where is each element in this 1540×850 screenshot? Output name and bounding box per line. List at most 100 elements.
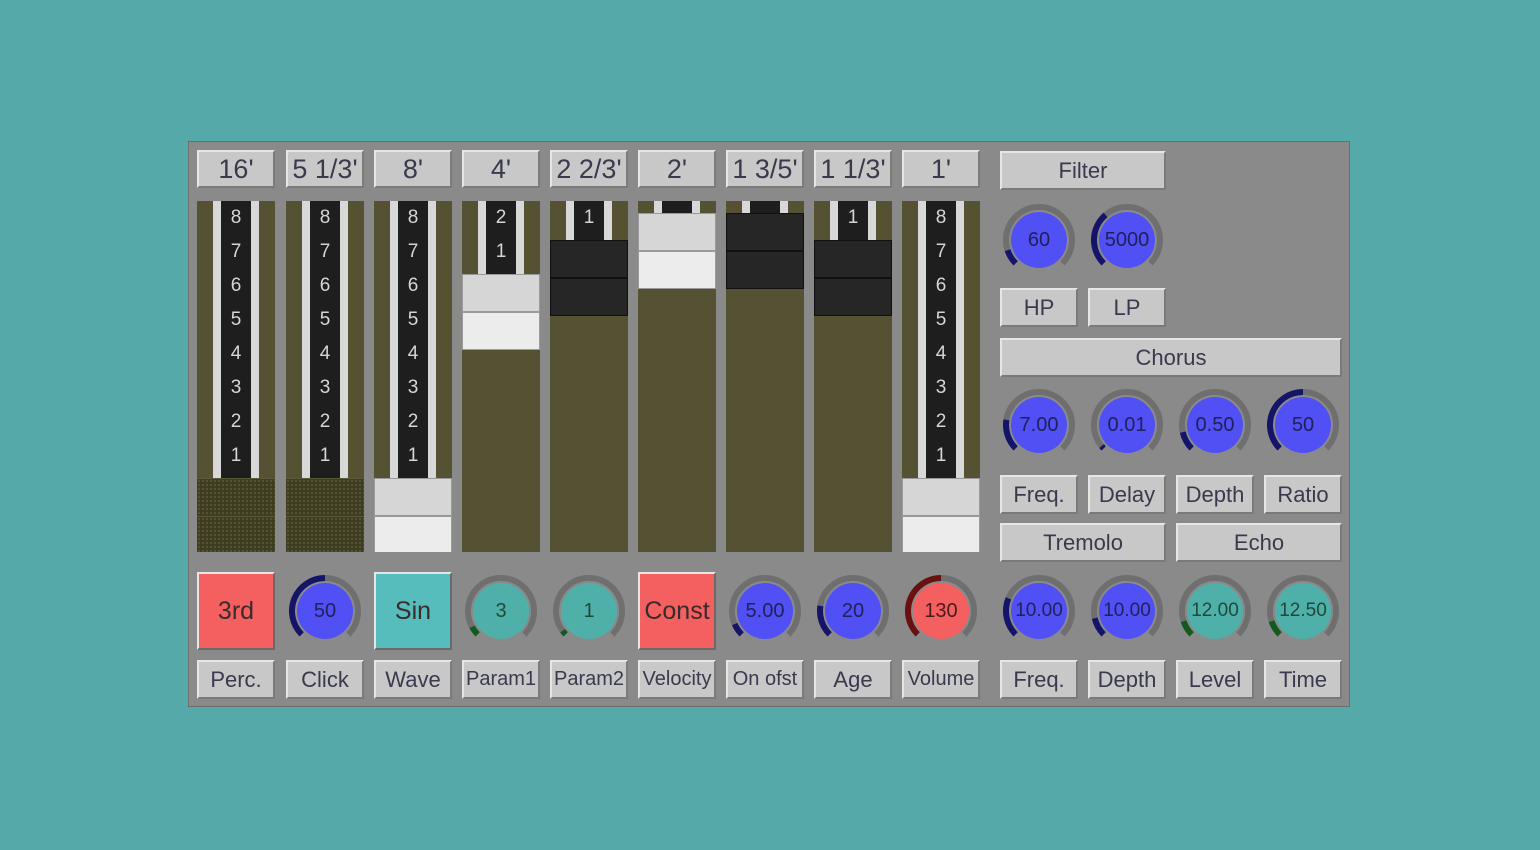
drawbar-handle[interactable] — [374, 516, 452, 552]
param1-label: Param1 — [462, 660, 540, 699]
wave-label: Wave — [374, 660, 452, 699]
knob-value: 3 — [495, 599, 507, 622]
drawbar-tick-label: 1 — [495, 241, 507, 262]
drawbar-tick-label: 5 — [407, 309, 419, 330]
drawbar-handle[interactable] — [197, 516, 275, 552]
drawbar-tick-label: 6 — [935, 275, 947, 296]
chorus-ratio-knob[interactable]: 50 — [1265, 387, 1341, 463]
drawbar-tick-label: 2 — [230, 411, 242, 432]
drawbar-tick-label: 3 — [230, 377, 242, 398]
drawbar-tick-label: 5 — [230, 309, 242, 330]
drawbar-tick-label: 1 — [847, 207, 859, 228]
perc-button[interactable]: 3rd — [197, 572, 275, 650]
drawbar-handle[interactable] — [726, 213, 804, 251]
drawbar-5-1-3[interactable]: 8 7 6 5 4 3 2 1 — [286, 201, 364, 552]
echo-time-knob[interactable]: 12.50 — [1265, 573, 1341, 649]
drawbar-1-1-3[interactable]: 1 — [814, 201, 892, 552]
drawbar-handle[interactable] — [902, 478, 980, 516]
drawbar-1-3-5[interactable] — [726, 201, 804, 552]
drawbar-scale: 1 — [830, 201, 876, 240]
drawbar-handle[interactable] — [286, 478, 364, 516]
drawbar-handle[interactable] — [638, 251, 716, 289]
knob-value: 50 — [1291, 413, 1315, 436]
drawbar-tick-label: 5 — [319, 309, 331, 330]
drawbar-handle[interactable] — [814, 278, 892, 316]
click-knob[interactable]: 50 — [287, 573, 363, 649]
drawbar-tick-label: 7 — [407, 241, 419, 262]
drawbar-header-1-3-5: 1 3/5' — [726, 150, 804, 188]
drawbar-handle[interactable] — [374, 478, 452, 516]
drawbar-16[interactable]: 8 7 6 5 4 3 2 1 — [197, 201, 275, 552]
volume-label: Volume — [902, 660, 980, 699]
drawbar-header-2-2-3: 2 2/3' — [550, 150, 628, 188]
drawbar-handle[interactable] — [814, 240, 892, 278]
chorus-delay-knob[interactable]: 0.01 — [1089, 387, 1165, 463]
tremolo-depth-knob[interactable]: 10.00 — [1089, 573, 1165, 649]
wave-button[interactable]: Sin — [374, 572, 452, 650]
drawbar-2-2-3[interactable]: 1 — [550, 201, 628, 552]
drawbar-tick-label: 6 — [319, 275, 331, 296]
drawbar-scale: 8 7 6 5 4 3 2 1 — [213, 201, 259, 478]
drawbar-header-16: 16' — [197, 150, 275, 188]
drawbar-handle[interactable] — [550, 278, 628, 316]
drawbar-tick-label: 7 — [319, 241, 331, 262]
lp-knob[interactable]: 5000 — [1089, 202, 1165, 278]
tremolo-freq-knob[interactable]: 10.00 — [1001, 573, 1077, 649]
echo-level-label: Level — [1176, 660, 1254, 699]
perc-label: Perc. — [197, 660, 275, 699]
velocity-button[interactable]: Const — [638, 572, 716, 650]
drawbar-tick-label: 1 — [319, 445, 331, 466]
on-ofst-knob[interactable]: 5.00 — [727, 573, 803, 649]
chorus-depth-knob[interactable]: 0.50 — [1177, 387, 1253, 463]
knob-value: 10.00 — [1015, 600, 1063, 621]
chorus-freq-knob[interactable]: 7.00 — [1001, 387, 1077, 463]
drawbar-tick-label: 8 — [230, 207, 242, 228]
drawbar-1[interactable]: 8 7 6 5 4 3 2 1 — [902, 201, 980, 552]
param2-knob[interactable]: 1 — [551, 573, 627, 649]
velocity-label: Velocity — [638, 660, 716, 699]
drawbar-handle[interactable] — [197, 478, 275, 516]
drawbar-handle[interactable] — [550, 240, 628, 278]
drawbar-tick-label: 2 — [935, 411, 947, 432]
knob-value: 12.00 — [1191, 600, 1239, 621]
drawbar-tick-label: 6 — [407, 275, 419, 296]
age-label: Age — [814, 660, 892, 699]
drawbar-header-4: 4' — [462, 150, 540, 188]
echo-time-label: Time — [1264, 660, 1342, 699]
drawbar-handle[interactable] — [462, 274, 540, 312]
drawbar-handle[interactable] — [902, 516, 980, 552]
drawbar-4[interactable]: 21 — [462, 201, 540, 552]
drawbar-tick-label: 8 — [935, 207, 947, 228]
drawbar-handle[interactable] — [462, 312, 540, 350]
knob-value: 7.00 — [1019, 413, 1059, 436]
drawbar-tick-label: 7 — [935, 241, 947, 262]
drawbar-2[interactable] — [638, 201, 716, 552]
knob-value: 5.00 — [745, 599, 785, 622]
drawbar-handle[interactable] — [286, 516, 364, 552]
param2-label: Param2 — [550, 660, 628, 699]
drawbar-tick-label: 2 — [495, 207, 507, 228]
chorus-delay-label: Delay — [1088, 475, 1166, 514]
drawbar-tick-label: 3 — [407, 377, 419, 398]
knob-value: 0.01 — [1107, 413, 1147, 436]
drawbar-handle[interactable] — [726, 251, 804, 289]
echo-title: Echo — [1176, 523, 1342, 562]
drawbar-header-2: 2' — [638, 150, 716, 188]
volume-knob[interactable]: 130 — [903, 573, 979, 649]
drawbar-tick-label: 4 — [935, 343, 947, 364]
knob-value: 5000 — [1104, 228, 1150, 251]
param1-knob[interactable]: 3 — [463, 573, 539, 649]
hp-knob[interactable]: 60 — [1001, 202, 1077, 278]
knob-value: 130 — [924, 599, 958, 622]
knob-value: 12.50 — [1279, 600, 1327, 621]
drawbar-header-1: 1' — [902, 150, 980, 188]
drawbar-tick-label: 1 — [407, 445, 419, 466]
drawbar-handle[interactable] — [638, 213, 716, 251]
drawbar-tick-label: 7 — [230, 241, 242, 262]
drawbar-8[interactable]: 8 7 6 5 4 3 2 1 — [374, 201, 452, 552]
echo-level-knob[interactable]: 12.00 — [1177, 573, 1253, 649]
chorus-title: Chorus — [1000, 338, 1342, 377]
drawbar-scale: 8 7 6 5 4 3 2 1 — [390, 201, 436, 478]
age-knob[interactable]: 20 — [815, 573, 891, 649]
drawbar-tick-label: 8 — [319, 207, 331, 228]
